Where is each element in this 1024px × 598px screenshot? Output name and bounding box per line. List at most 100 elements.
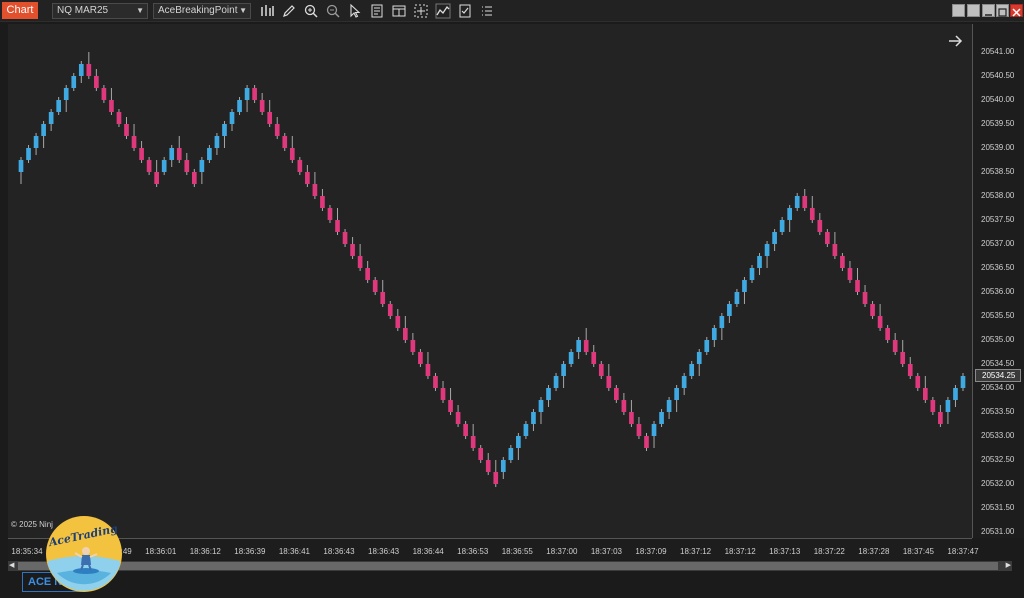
- down-brick: [124, 124, 129, 136]
- price-axis[interactable]: 20541.00 20540.50 20540.00 20539.50 20539.00…: [972, 24, 1024, 538]
- scroll-right-icon[interactable]: ▶: [1006, 561, 1011, 571]
- down-brick: [312, 184, 318, 196]
- down-brick: [418, 352, 423, 364]
- price-axis-label: 20533.00: [981, 431, 1015, 440]
- templates-icon[interactable]: [457, 3, 473, 19]
- time-axis-label: 18:37:09: [635, 547, 667, 556]
- down-brick: [915, 376, 921, 388]
- down-brick: [463, 424, 468, 436]
- down-brick: [448, 400, 453, 412]
- chart-tab[interactable]: Chart: [2, 2, 38, 19]
- down-brick: [410, 340, 416, 352]
- down-brick: [342, 232, 348, 244]
- price-axis-label: 20536.50: [981, 263, 1015, 272]
- down-brick: [877, 316, 883, 328]
- down-brick: [154, 172, 159, 184]
- down-brick: [320, 196, 325, 208]
- down-brick: [86, 64, 92, 76]
- up-brick: [772, 232, 777, 244]
- down-brick: [274, 124, 280, 136]
- time-axis-label: 18:37:13: [769, 547, 801, 556]
- price-axis-label: 20539.50: [981, 119, 1015, 128]
- up-brick: [222, 124, 227, 136]
- up-brick: [659, 412, 664, 424]
- down-brick: [606, 376, 612, 388]
- down-brick: [365, 268, 370, 280]
- down-brick: [817, 220, 823, 232]
- down-brick: [252, 88, 257, 100]
- time-axis[interactable]: 18:35:3418:35:4418:35:4918:36:0118:36:12…: [8, 538, 979, 560]
- cascade-window-button[interactable]: [967, 4, 980, 17]
- scrollbar-thumb[interactable]: [18, 562, 998, 570]
- up-brick: [516, 436, 521, 448]
- price-axis-label: 20537.00: [981, 239, 1015, 248]
- properties-icon[interactable]: [369, 3, 385, 19]
- indicator-label: AceBreakingPoint: [158, 5, 238, 16]
- up-brick: [244, 88, 250, 100]
- time-axis-label: 18:36:39: [234, 547, 266, 556]
- down-brick: [455, 412, 461, 424]
- up-brick: [727, 304, 732, 316]
- crosshair-icon[interactable]: [413, 3, 429, 19]
- up-brick: [568, 352, 574, 364]
- up-brick: [681, 376, 687, 388]
- time-axis-label: 18:36:01: [145, 547, 177, 556]
- list-icon[interactable]: [479, 3, 495, 19]
- data-box-icon[interactable]: [391, 3, 407, 19]
- price-axis-label: 20538.00: [981, 191, 1015, 200]
- down-brick: [131, 136, 137, 148]
- down-brick: [478, 448, 484, 460]
- strategies-icon[interactable]: [435, 3, 451, 19]
- chart-plot-area[interactable]: © 2025 Ninj: [8, 24, 972, 538]
- time-axis-label: 18:37:28: [858, 547, 890, 556]
- up-brick: [561, 364, 566, 376]
- down-brick: [146, 160, 152, 172]
- acetrading-logo: AceTrading: [46, 516, 122, 592]
- bar-type-icon[interactable]: [259, 3, 275, 19]
- time-axis-label: 18:36:55: [501, 547, 533, 556]
- tile-window-button[interactable]: [952, 4, 965, 17]
- up-brick: [63, 88, 69, 100]
- up-brick: [33, 136, 39, 148]
- up-brick: [169, 148, 175, 160]
- up-brick: [711, 328, 717, 340]
- up-brick: [214, 136, 220, 148]
- down-brick: [636, 424, 642, 436]
- down-brick: [847, 268, 853, 280]
- zoom-in-icon[interactable]: [303, 3, 319, 19]
- down-brick: [644, 436, 649, 448]
- down-brick: [335, 220, 340, 232]
- down-brick: [94, 76, 99, 88]
- zoom-out-icon[interactable]: [325, 3, 341, 19]
- down-brick: [395, 316, 401, 328]
- up-brick: [794, 196, 800, 208]
- indicator-selector[interactable]: AceBreakingPoint ▼: [153, 3, 251, 19]
- instrument-selector[interactable]: NQ MAR25 ▼: [52, 3, 148, 19]
- minimize-button[interactable]: [982, 4, 995, 17]
- down-brick: [440, 388, 446, 400]
- down-brick: [885, 328, 890, 340]
- down-brick: [109, 100, 114, 112]
- down-brick: [809, 208, 815, 220]
- up-brick: [237, 100, 242, 112]
- instrument-label: NQ MAR25: [57, 5, 109, 16]
- horizontal-scrollbar[interactable]: ◀ ▶: [8, 561, 1012, 571]
- up-brick: [651, 424, 657, 436]
- scroll-left-icon[interactable]: ◀: [9, 561, 14, 571]
- up-brick: [734, 292, 740, 304]
- bottom-tab-bar: ACE N: [0, 572, 1024, 598]
- down-brick: [832, 244, 838, 256]
- price-axis-label: 20531.50: [981, 503, 1015, 512]
- pencil-icon[interactable]: [281, 3, 297, 19]
- cursor-icon[interactable]: [347, 3, 363, 19]
- maximize-button[interactable]: [996, 4, 1009, 17]
- time-axis-label: 18:37:45: [902, 547, 934, 556]
- arrow-right-icon[interactable]: [946, 32, 964, 50]
- time-axis-label: 18:36:44: [412, 547, 444, 556]
- chevron-down-icon: ▼: [136, 6, 144, 15]
- close-button[interactable]: [1010, 4, 1023, 17]
- down-brick: [938, 412, 943, 424]
- up-brick: [742, 280, 747, 292]
- price-axis-label: 20538.50: [981, 167, 1015, 176]
- up-brick: [523, 424, 529, 436]
